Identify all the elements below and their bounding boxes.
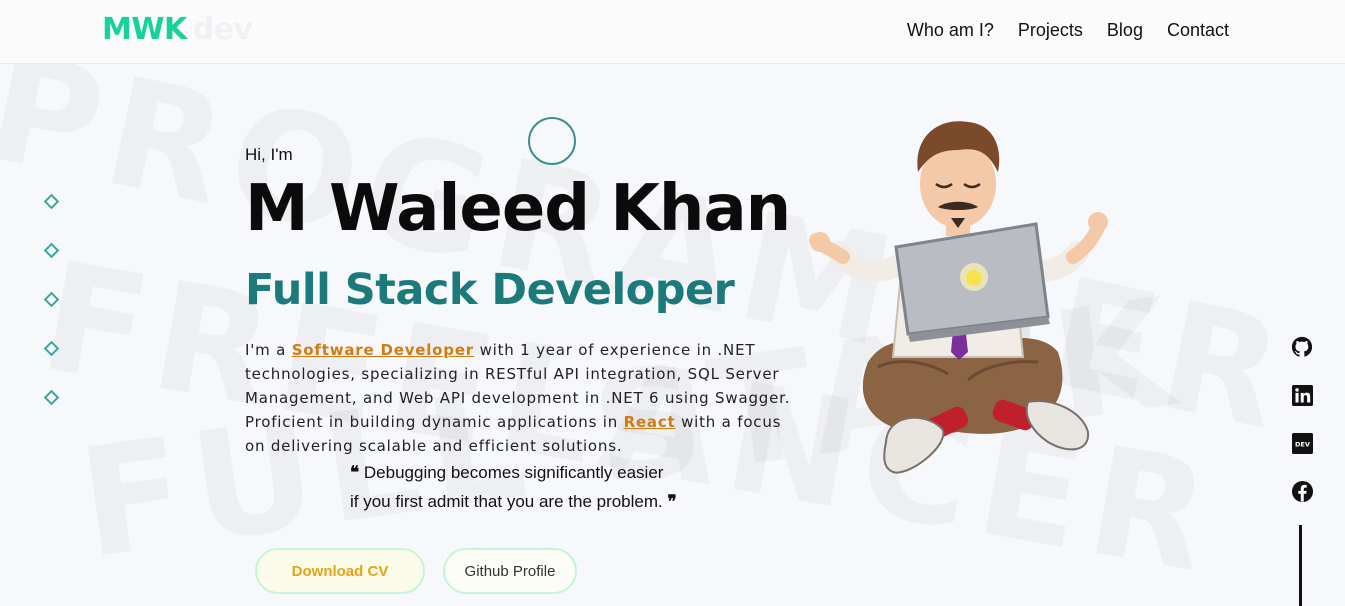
decorative-circle bbox=[528, 117, 576, 165]
greeting: Hi, I'm bbox=[245, 145, 293, 164]
bio-highlight-software-developer: Software Developer bbox=[291, 341, 474, 359]
site-header: MWK dev Who am I? Projects Blog Contact bbox=[0, 0, 1345, 64]
developer-illustration bbox=[809, 121, 1108, 474]
quote-line-2: if you first admit that you are the prob… bbox=[350, 492, 663, 511]
logo-main: MWK bbox=[102, 12, 187, 47]
quote-open-icon: ❝ bbox=[350, 463, 360, 482]
facebook-icon[interactable] bbox=[1290, 479, 1314, 503]
diamond-icon[interactable] bbox=[43, 242, 60, 259]
linkedin-icon[interactable] bbox=[1290, 383, 1314, 407]
nav-projects[interactable]: Projects bbox=[1018, 20, 1083, 41]
logo[interactable]: MWK dev bbox=[102, 12, 253, 47]
nav-who-am-i[interactable]: Who am I? bbox=[907, 20, 994, 41]
social-divider-line bbox=[1299, 525, 1302, 606]
nav-contact[interactable]: Contact bbox=[1167, 20, 1229, 41]
hero-bio: I'm a Software Developer with 1 year of … bbox=[245, 338, 795, 458]
main-nav: Who am I? Projects Blog Contact bbox=[907, 20, 1229, 41]
hero-name: M Waleed Khan bbox=[245, 172, 791, 246]
nav-blog[interactable]: Blog bbox=[1107, 20, 1143, 41]
github-profile-button[interactable]: Github Profile bbox=[443, 548, 577, 594]
diamond-icon[interactable] bbox=[43, 389, 60, 406]
hero-quote: ❝ Debugging becomes significantly easier… bbox=[350, 458, 710, 516]
github-icon[interactable] bbox=[1290, 335, 1314, 359]
svg-text:DEV: DEV bbox=[1295, 440, 1311, 448]
hero-role: Full Stack Developer bbox=[245, 265, 735, 315]
bio-highlight-react: React bbox=[623, 413, 676, 431]
diamond-icon[interactable] bbox=[43, 193, 60, 210]
download-cv-button[interactable]: Download CV bbox=[255, 548, 425, 594]
bio-text: I'm a bbox=[245, 341, 292, 359]
dev-icon[interactable]: DEV bbox=[1290, 431, 1314, 455]
diamond-icon[interactable] bbox=[43, 291, 60, 308]
diamond-icon[interactable] bbox=[43, 340, 60, 357]
quote-close-icon: ❞ bbox=[667, 492, 677, 511]
logo-suffix: dev bbox=[192, 12, 253, 47]
quote-line-1: Debugging becomes significantly easier bbox=[363, 463, 664, 482]
